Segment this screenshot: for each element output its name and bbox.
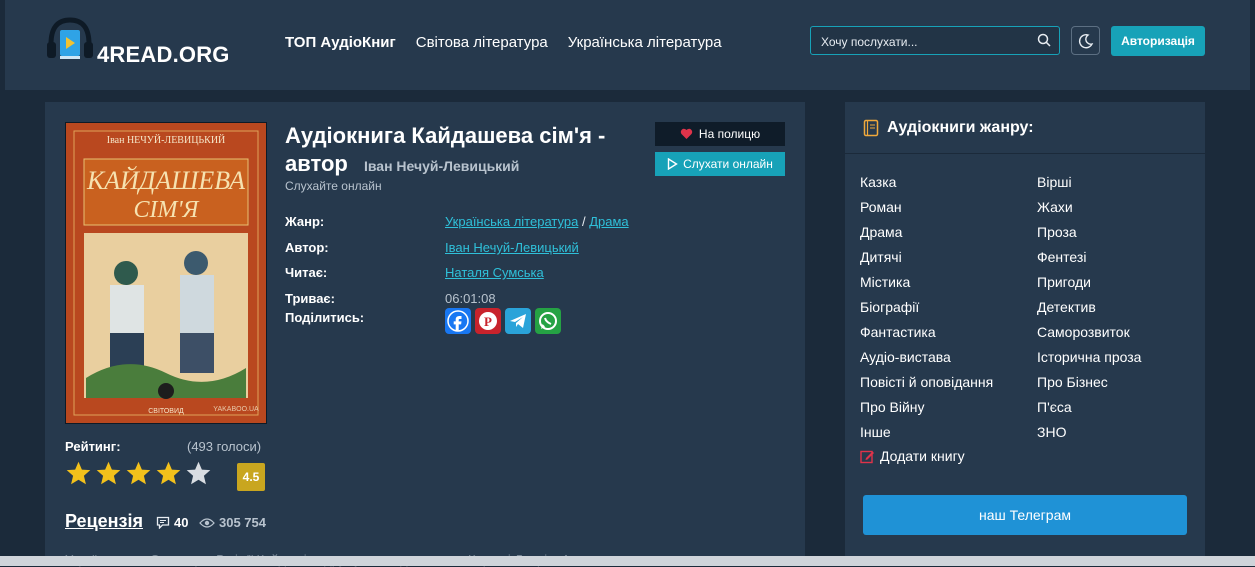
pinterest-icon[interactable]: P [475,308,501,334]
rating-votes: (493 голоси) [187,439,262,454]
search-icon[interactable] [1037,33,1051,52]
rating-label: Рейтинг: [65,439,121,454]
genre-link[interactable]: Про Війну [860,399,925,415]
genre-link[interactable]: Жахи [1037,199,1073,215]
genre-link[interactable]: Фантастика [860,324,936,340]
logo-text: 4READ.ORG [97,42,230,67]
book-subtitle: Слухайте онлайн [285,179,382,193]
shelf-label: На полицю [698,127,761,141]
eye-icon [199,517,215,528]
star-filled-icon[interactable] [95,460,122,487]
login-button[interactable]: Авторизація [1111,26,1205,56]
site-logo[interactable]: 4READ.ORG [45,14,245,70]
add-book-label: Додати книгу [880,448,965,464]
cover-publisher: СВІТОВИД [148,408,184,415]
genre-link[interactable]: Містика [860,274,910,290]
star-filled-icon[interactable] [125,460,152,487]
review-link[interactable]: Рецензія [65,511,143,532]
genre-link[interactable]: Вірші [1037,174,1072,190]
author-label: Автор: [285,240,329,255]
genre-link[interactable]: Інше [860,424,891,440]
genre-link[interactable]: Повісті й оповідання [860,374,993,390]
genre-link[interactable]: Історична проза [1037,349,1141,365]
author-link[interactable]: Іван Нечуй-Левицький [445,240,579,255]
share-buttons: P [445,308,561,334]
title-author: Іван Нечуй-Левицький [363,158,520,174]
views-value: 305 754 [219,515,266,530]
book-title: Аудіокнига Кайдашева сім'я - автор Іван … [285,122,645,180]
genre-link[interactable]: Саморозвиток [1037,324,1130,340]
play-icon [667,158,678,170]
listen-label: Слухати онлайн [683,157,773,171]
share-label: Поділитись: [285,310,365,325]
telegram-icon[interactable] [505,308,531,334]
nav-ukrainian-literature[interactable]: Українська література [568,34,722,51]
genre-link[interactable]: Аудіо-вистава [860,349,951,365]
genres-sidebar: Аудіокниги жанру: Казка Роман Драма Дитя… [845,102,1205,566]
comments-value: 40 [174,515,189,530]
nav-world-literature[interactable]: Світова література [416,34,548,51]
main-nav: ТОП АудіоКниг Світова література Українс… [285,34,722,51]
genre-link[interactable]: Фентезі [1037,249,1086,265]
genre-link[interactable]: ЗНО [1037,424,1066,440]
genre-link[interactable]: Про Бізнес [1037,374,1108,390]
genre-link[interactable]: Детектив [1037,299,1096,315]
book-cover[interactable]: Іван НЕЧУЙ-ЛЕВИЦЬКИЙ КАЙДАШЕВА СІМ'Я СВІ… [65,122,267,424]
genre-link-ukrainian[interactable]: Українська література [445,214,578,229]
genre-link[interactable]: Біографії [860,299,919,315]
genre-separator: / [581,214,586,229]
genre-link[interactable]: П'єса [1037,399,1072,415]
site-header: 4READ.ORG ТОП АудіоКниг Світова літерату… [5,0,1250,90]
star-filled-icon[interactable] [65,460,92,487]
rating-score-badge: 4.5 [237,463,265,491]
comments-count[interactable]: 40 [156,515,188,530]
star-empty-icon[interactable] [185,460,212,487]
heart-icon [680,128,693,139]
rating-stars[interactable] [65,460,212,487]
moon-icon [1078,33,1093,48]
whatsapp-icon[interactable] [535,308,561,334]
facebook-icon[interactable] [445,308,471,334]
cover-title-top: КАЙДАШЕВА [86,166,245,195]
genre-link[interactable]: Роман [860,199,902,215]
duration-value: 06:01:08 [445,291,496,306]
genre-link[interactable]: Проза [1037,224,1077,240]
star-filled-icon[interactable] [155,460,182,487]
headphones-book-icon [47,17,93,59]
add-book-link[interactable]: Додати книгу [860,448,965,464]
telegram-channel-button[interactable]: наш Телеграм [863,495,1187,535]
search-input[interactable] [819,32,1033,52]
os-taskbar [0,556,1255,566]
reader-label: Читає: [285,265,328,280]
comment-icon [156,516,170,529]
genre-link[interactable]: Дитячі [860,249,902,265]
genre-link[interactable]: Пригоди [1037,274,1091,290]
book-card: Іван НЕЧУЙ-ЛЕВИЦЬКИЙ КАЙДАШЕВА СІМ'Я СВІ… [45,102,805,567]
genre-link[interactable]: Драма [860,224,902,240]
search-box [810,26,1060,55]
sidebar-header: Аудіокниги жанру: [845,102,1205,154]
listen-online-button[interactable]: Слухати онлайн [655,152,785,176]
cover-title-bottom: СІМ'Я [134,197,200,223]
book-icon [863,119,879,142]
views-count: 305 754 [199,515,266,530]
sidebar-title: Аудіокниги жанру: [887,119,1034,136]
cover-watermark: YAKABOO.UA [213,406,259,413]
genre-link-drama[interactable]: Драма [589,214,628,229]
theme-toggle-button[interactable] [1071,26,1100,55]
nav-top-audiobooks[interactable]: ТОП АудіоКниг [285,34,396,51]
edit-icon [860,450,874,463]
genre-label: Жанр: [285,214,325,229]
cover-author: Іван НЕЧУЙ-ЛЕВИЦЬКИЙ [107,134,226,146]
duration-label: Триває: [285,291,335,306]
genre-link[interactable]: Казка [860,174,896,190]
svg-text:P: P [484,314,492,329]
add-to-shelf-button[interactable]: На полицю [655,122,785,146]
reader-link[interactable]: Наталя Сумська [445,265,544,280]
